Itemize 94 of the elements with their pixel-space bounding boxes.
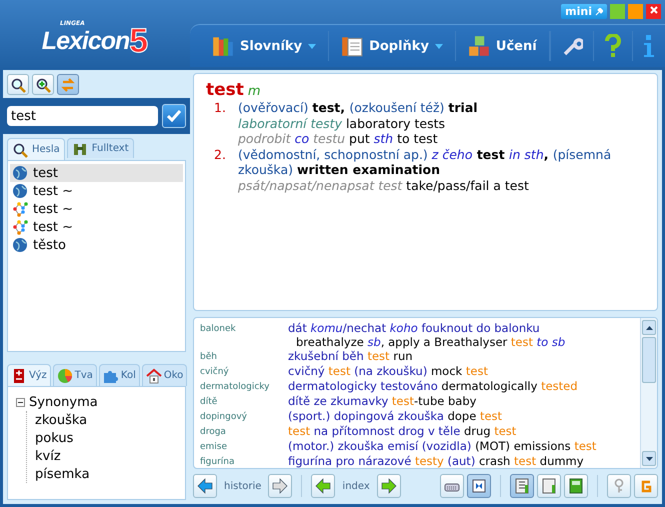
right-arrow-icon [272,478,288,494]
globe-icon [12,183,28,199]
globe-icon [12,237,28,253]
toolbar-button[interactable] [510,474,534,498]
swap-arrows-icon [60,76,76,92]
wrench-icon[interactable] [561,35,583,57]
pages-icon [341,35,364,57]
tree-node[interactable]: písemka [35,466,90,482]
headword-title: test [206,80,244,100]
example-keyword[interactable]: emise [200,439,288,454]
example-line: dát komu/nechat koho fouknout do balonku [288,321,541,335]
right-arrow-icon [380,478,397,494]
toolbar-button[interactable] [537,474,561,498]
close-button[interactable] [646,4,661,19]
example-keyword[interactable]: figurína [200,454,288,468]
toolbar-button[interactable] [440,474,464,498]
example-line: (motor.) zkouška emisí (vozidla) (MOT) emissions test [288,439,596,453]
left-arrow-icon [315,478,332,494]
tree-node[interactable]: Synonyma [29,394,98,410]
tab[interactable]: Tva [52,364,97,386]
menu-button[interactable]: Slovníky [200,31,330,61]
example-line: (sport.) dopingová zkouška dope test [288,409,502,423]
close-icon [650,6,658,14]
definition-line: laboratorní testy laboratory tests [238,116,446,131]
headword-item[interactable]: těsto [10,236,183,254]
headword-item[interactable]: test ~ [10,200,183,218]
magnifier-icon [10,76,26,92]
example-line: test na přítomnost drog v těle drug test [288,424,516,438]
headword-item[interactable]: test ~ [10,182,183,200]
pie-chart-icon [56,368,73,384]
letter-blocks-icon [468,35,490,57]
dots-network-icon [12,201,28,217]
example-line: dermatologicky testováno dermatologically tested [288,379,578,393]
toolbar-button[interactable] [564,474,588,498]
example-keyword[interactable]: balonek [200,321,288,349]
pin-icon [595,8,603,16]
back-button[interactable] [193,474,217,498]
magnifier-icon [12,142,28,158]
example-line: figurína pro nárazové testy (aut) crash test dummy [288,454,584,468]
example-line: zkušební běh test run [288,349,413,363]
example-keyword[interactable]: běh [200,349,288,364]
tab[interactable]: Oko [142,364,188,386]
collapse-toggle[interactable] [16,398,25,406]
confirm-button[interactable] [162,104,186,128]
checkmark-icon [167,110,181,122]
card-icon [471,478,487,494]
zoom-in-icon [35,76,51,92]
help-icon[interactable] [604,34,622,58]
index-label: index [341,480,371,492]
mini-mode-button[interactable]: mini [561,4,607,19]
definition-line: (ověřovací) test, (ozkoušení též) trial [238,100,478,116]
definition-line: podrobit co testu put sth to test [238,131,439,146]
menu-button[interactable]: Doplňky [329,31,456,61]
example-keyword[interactable]: droga [200,424,288,439]
tool-button[interactable] [7,74,29,95]
notebook-icon [514,478,530,494]
books-icon [212,35,234,57]
globe-icon [12,165,28,181]
menu-button[interactable]: Učení [456,31,550,61]
tab[interactable]: Hesla [7,138,65,160]
scroll-down-icon [646,456,652,460]
example-keyword[interactable]: dermatologicky [200,379,288,394]
house-icon [146,368,162,384]
example-keyword[interactable]: dopingový [200,409,288,424]
definition-line: psát/napsat/nenapsat test take/pass/fail a test [238,178,530,193]
toolbar-button[interactable] [467,474,491,498]
sense-number: 2. [214,146,227,164]
tool-button[interactable] [32,74,54,95]
scroll-up-icon [646,326,652,330]
tree-node[interactable]: zkouška [35,412,88,428]
left-arrow-icon [197,478,213,494]
tree-node[interactable]: kvíz [35,448,61,464]
next-button[interactable] [376,474,401,498]
plus-minus-icon [11,368,27,384]
search-field[interactable]: test [7,106,158,126]
scrollbar[interactable] [640,318,657,468]
example-keyword[interactable]: cvičný [200,364,288,379]
example-keyword[interactable]: dítě [200,394,288,409]
previous-button[interactable] [311,474,336,498]
example-line: cvičný test (na zkoušku) mock test [288,364,488,378]
tab[interactable]: Fulltext [66,138,134,158]
tab[interactable]: Výz [7,364,51,386]
example-line: breathalyze sb, apply a Breathalyser test to sb [295,335,566,349]
headword-item[interactable]: test ~ [10,218,183,236]
example-line: dítě ze zkumavky test-tube baby [288,394,476,408]
tree-node[interactable]: pokus [35,430,74,446]
sense-number: 1. [214,100,227,117]
headword-item[interactable]: test [10,164,183,182]
notebook-icon [541,478,557,494]
gender-label: m [248,84,261,99]
history-label: historie [223,480,262,492]
tab[interactable]: Kol [98,364,140,386]
dots-network-icon [12,219,28,235]
notebook-icon [568,478,584,494]
